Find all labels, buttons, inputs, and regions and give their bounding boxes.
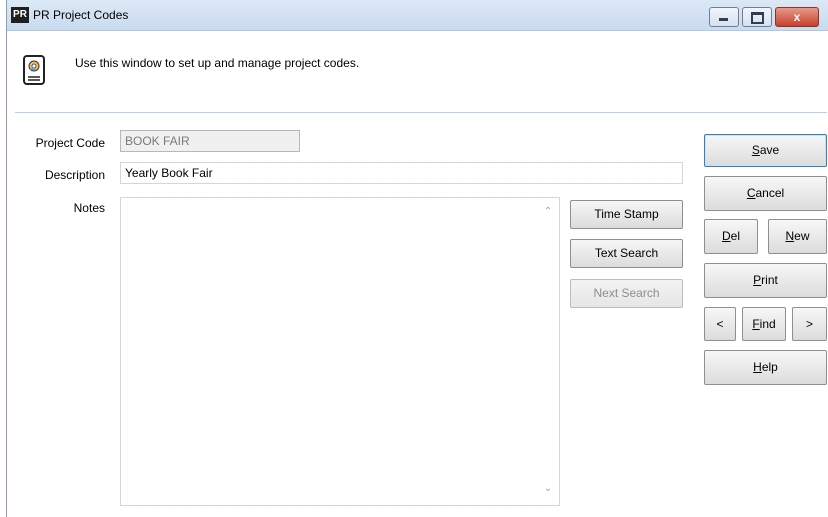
cancel-button[interactable]: Cancel — [704, 176, 827, 211]
find-button[interactable]: Find — [742, 307, 786, 341]
help-button[interactable]: Help — [704, 350, 827, 385]
info-header: Use this window to set up and manage pro… — [7, 31, 828, 113]
notes-label: Notes — [73, 201, 105, 215]
title-bar[interactable]: PR PR Project Codes x — [7, 0, 828, 31]
delete-button[interactable]: Del — [704, 219, 758, 254]
new-button[interactable]: New — [768, 219, 827, 254]
app-icon: PR — [11, 7, 29, 23]
next-search-button[interactable]: Next Search — [570, 279, 683, 308]
text-search-button[interactable]: Text Search — [570, 239, 683, 268]
notes-textarea[interactable]: ⌃ ⌄ — [120, 197, 560, 506]
minimize-button[interactable] — [709, 7, 739, 27]
document-gear-icon — [23, 55, 45, 85]
description-field[interactable]: Yearly Book Fair — [120, 162, 683, 184]
window-title: PR Project Codes — [33, 8, 129, 22]
info-text: Use this window to set up and manage pro… — [75, 56, 360, 70]
time-stamp-button[interactable]: Time Stamp — [570, 200, 683, 229]
maximize-button[interactable] — [742, 7, 772, 27]
scroll-down-icon[interactable]: ⌄ — [541, 483, 555, 494]
save-button[interactable]: Save — [704, 134, 827, 167]
project-codes-window: PR PR Project Codes x Use this window to… — [6, 0, 828, 517]
next-record-button[interactable]: > — [792, 307, 827, 341]
previous-record-button[interactable]: < — [704, 307, 736, 341]
minimize-icon — [719, 18, 728, 21]
maximize-icon — [751, 12, 764, 24]
header-divider — [15, 112, 827, 113]
project-code-field: BOOK FAIR — [120, 130, 300, 152]
project-code-label: Project Code — [35, 136, 105, 150]
print-button[interactable]: Print — [704, 263, 827, 298]
description-label: Description — [44, 168, 105, 182]
close-icon: x — [793, 10, 801, 24]
scroll-up-icon[interactable]: ⌃ — [541, 206, 555, 217]
close-button[interactable]: x — [775, 7, 819, 27]
